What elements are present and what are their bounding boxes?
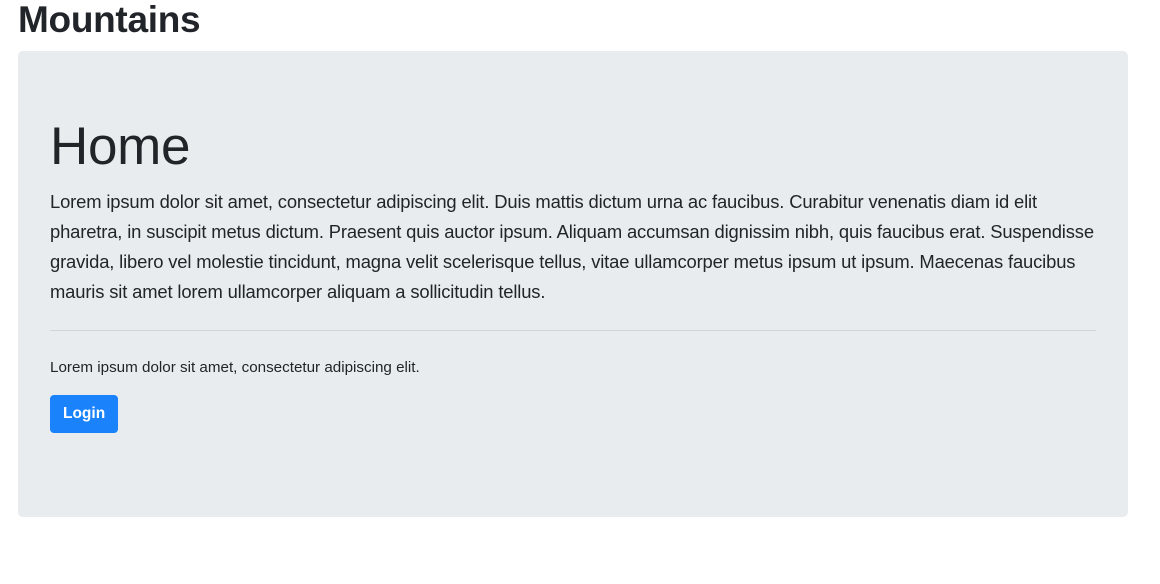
page: Mountains Home Lorem ipsum dolor sit ame…	[0, 0, 1160, 584]
jumbotron: Home Lorem ipsum dolor sit amet, consect…	[18, 51, 1128, 517]
login-button[interactable]: Login	[50, 395, 119, 433]
lead-paragraph: Lorem ipsum dolor sit amet, consectetur …	[50, 191, 1094, 302]
site-title: Mountains	[18, 0, 201, 40]
sub-text: Lorem ipsum dolor sit amet, consectetur …	[50, 359, 420, 376]
page-heading: Home	[50, 117, 191, 176]
divider	[50, 330, 1096, 331]
